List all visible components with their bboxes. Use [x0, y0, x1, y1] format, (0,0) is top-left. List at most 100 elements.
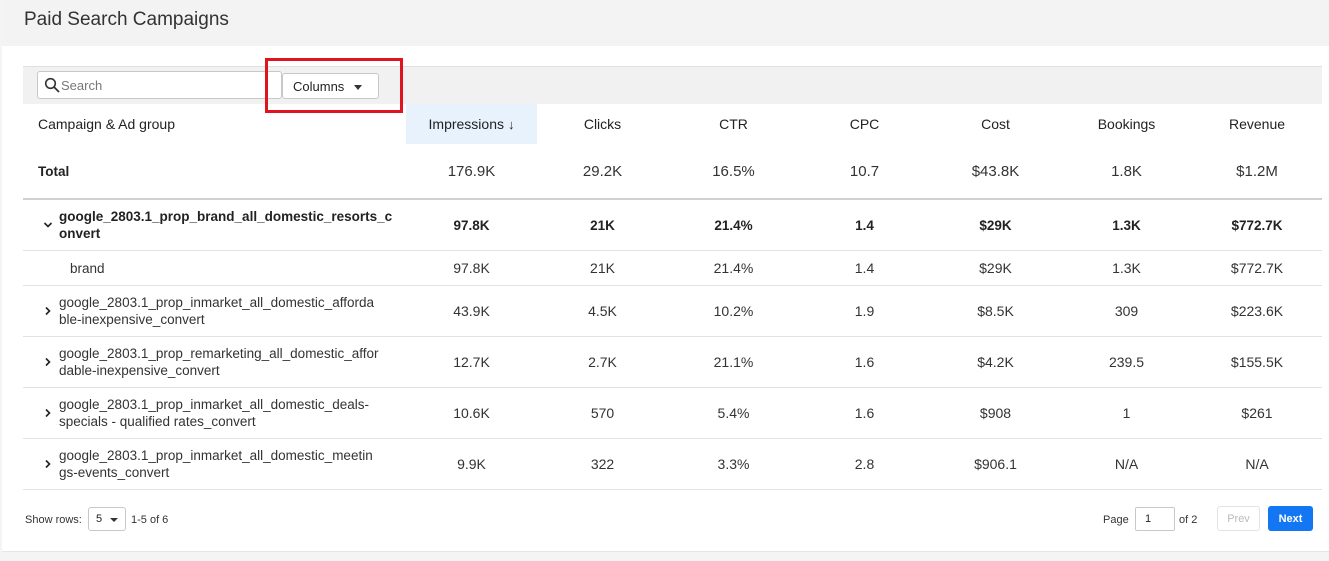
cpc-cell: 1.6 — [854, 405, 875, 421]
search-box[interactable] — [37, 71, 282, 99]
campaign-name-cell: google_2803.1_prop_brand_all_domestic_re… — [23, 200, 406, 250]
clicks-cell: 21K — [590, 260, 615, 276]
column-header-clicks[interactable]: Clicks — [537, 104, 668, 144]
table-row[interactable]: google_2803.1_prop_brand_all_domestic_re… — [23, 200, 1322, 251]
page-count-text: of 2 — [1179, 514, 1198, 526]
rows-per-page-value: 5 — [96, 513, 103, 525]
show-rows-label: Show rows: — [25, 514, 82, 526]
bookings-cell: 309 — [1114, 303, 1139, 319]
row-range-text: 1-5 of 6 — [131, 514, 169, 526]
table-row: brand 97.8K 21K 21.4% 1.4 $29K 1.3K $772… — [23, 251, 1322, 286]
column-header-impressions-label: Impressions — [428, 116, 504, 132]
campaign-name-cell: google_2803.1_prop_inmarket_all_domestic… — [23, 388, 406, 438]
revenue-cell: $223.6K — [1230, 303, 1284, 319]
page-label: Page — [1103, 514, 1129, 526]
table-header: Campaign & Ad group Impressions ↓ Clicks … — [23, 104, 1322, 144]
total-cpc: 10.7 — [849, 162, 880, 180]
table-row[interactable]: google_2803.1_prop_inmarket_all_domestic… — [23, 286, 1322, 337]
total-ctr: 16.5% — [712, 162, 755, 180]
cpc-cell: 1.4 — [854, 260, 875, 276]
column-header-cost[interactable]: Cost — [930, 104, 1061, 144]
page: Paid Search Campaigns Columns Campaign &… — [0, 0, 1329, 561]
campaign-name-cell: google_2803.1_prop_inmarket_all_domestic… — [23, 439, 406, 489]
table-row[interactable]: google_2803.1_prop_inmarket_all_domestic… — [23, 388, 1322, 439]
clicks-cell: 2.7K — [588, 354, 617, 370]
table-row[interactable]: google_2803.1_prop_remarketing_all_domes… — [23, 337, 1322, 388]
title-bar: Paid Search Campaigns — [2, 0, 1329, 46]
cpc-cell: 2.8 — [854, 456, 875, 472]
column-header-revenue[interactable]: Revenue — [1192, 104, 1322, 144]
column-header-ctr[interactable]: CTR — [668, 104, 799, 144]
campaign-name-cell: google_2803.1_prop_inmarket_all_domestic… — [23, 286, 406, 336]
campaign-name-cell: google_2803.1_prop_remarketing_all_domes… — [23, 337, 406, 387]
revenue-cell: $772.7K — [1231, 217, 1283, 233]
campaigns-card: Columns Campaign & Ad group Impressions↓… — [2, 46, 1329, 552]
bookings-cell: 239.5 — [1108, 354, 1145, 370]
impressions-cell: 43.9K — [453, 303, 490, 319]
total-clicks: 29.2K — [582, 162, 623, 180]
bookings-cell: 1.3K — [1112, 217, 1141, 233]
table-footer: Show rows: 5 1-5 of 6 Page of 2 Prev Nex… — [2, 501, 1329, 541]
revenue-cell: $155.5K — [1230, 354, 1284, 370]
caret-down-icon — [354, 85, 362, 90]
clicks-cell: 21K — [590, 217, 615, 233]
ctr-cell: 21.1% — [713, 354, 754, 370]
column-header-cpc[interactable]: CPC — [799, 104, 930, 144]
search-input[interactable] — [61, 75, 276, 95]
campaign-name: google_2803.1_prop_brand_all_domestic_re… — [59, 209, 393, 241]
chevron-right-icon[interactable] — [43, 306, 53, 316]
ctr-cell: 3.3% — [717, 456, 750, 472]
column-header-campaign[interactable]: Campaign & Ad group — [23, 104, 406, 144]
search-icon — [44, 77, 60, 93]
column-header-bookings[interactable]: Bookings — [1061, 104, 1192, 144]
columns-button[interactable]: Columns — [282, 73, 379, 99]
total-label: Total — [38, 163, 70, 179]
chevron-right-icon[interactable] — [43, 408, 53, 418]
clicks-cell: 322 — [590, 456, 615, 472]
table-row[interactable]: google_2803.1_prop_inmarket_all_domestic… — [23, 439, 1322, 490]
campaign-name: google_2803.1_prop_inmarket_all_domestic… — [59, 448, 373, 480]
caret-down-icon — [110, 518, 118, 522]
total-bookings: 1.8K — [1111, 162, 1142, 180]
impressions-cell: 97.8K — [453, 217, 490, 233]
page-number-input[interactable] — [1135, 507, 1175, 531]
ctr-cell: 5.4% — [717, 405, 750, 421]
cost-cell: $29K — [979, 217, 1012, 233]
total-cost: $43.8K — [971, 162, 1020, 180]
chevron-right-icon[interactable] — [43, 357, 53, 367]
table-toolbar: Columns — [23, 66, 1322, 104]
sort-down-icon: ↓ — [507, 117, 515, 132]
impressions-cell: 10.6K — [453, 405, 490, 421]
impressions-cell: 9.9K — [457, 456, 486, 472]
cost-cell: $906.1 — [974, 456, 1017, 472]
cost-cell: $908 — [979, 405, 1012, 421]
cpc-cell: 1.9 — [854, 303, 875, 319]
rows-per-page-select[interactable]: 5 — [88, 507, 126, 531]
revenue-cell: N/A — [1245, 456, 1269, 472]
prev-button[interactable]: Prev — [1217, 506, 1260, 531]
campaign-name: google_2803.1_prop_inmarket_all_domestic… — [59, 397, 369, 429]
cpc-cell: 1.6 — [854, 354, 875, 370]
columns-button-label: Columns — [293, 78, 345, 94]
impressions-cell: 97.8K — [453, 260, 490, 276]
ad-group-name-cell: brand — [23, 251, 406, 285]
total-row: Total 176.9K 29.2K 16.5% 10.7 $43.8K 1.8… — [23, 144, 1322, 200]
clicks-cell: 4.5K — [588, 303, 617, 319]
campaign-name: google_2803.1_prop_inmarket_all_domestic… — [59, 295, 374, 327]
chevron-down-icon[interactable] — [43, 220, 53, 230]
ctr-cell: 21.4% — [714, 217, 753, 233]
cost-cell: $4.2K — [977, 354, 1014, 370]
total-revenue: $1.2M — [1236, 162, 1278, 180]
clicks-cell: 570 — [590, 405, 615, 421]
impressions-cell: 12.7K — [453, 354, 490, 370]
revenue-cell: $261 — [1241, 405, 1273, 421]
bookings-cell: 1.3K — [1112, 260, 1141, 276]
ctr-cell: 10.2% — [713, 303, 754, 319]
page-title: Paid Search Campaigns — [24, 9, 229, 30]
revenue-cell: $772.7K — [1230, 260, 1284, 276]
total-impressions: 176.9K — [447, 162, 496, 180]
column-header-impressions[interactable]: Impressions ↓ — [406, 104, 537, 144]
next-button[interactable]: Next — [1268, 506, 1313, 531]
chevron-right-icon[interactable] — [43, 459, 53, 469]
ad-group-name: brand — [70, 260, 105, 276]
